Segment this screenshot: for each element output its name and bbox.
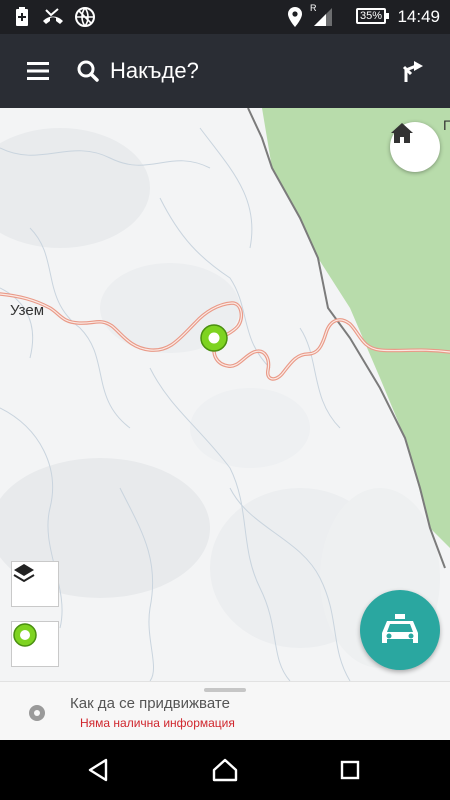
position-marker[interactable] xyxy=(200,324,228,352)
layers-icon xyxy=(13,564,35,583)
menu-button[interactable] xyxy=(10,34,66,108)
recents-icon xyxy=(340,760,360,780)
home-nav-icon xyxy=(212,758,238,782)
globe-icon xyxy=(70,0,100,34)
battery-saver-icon xyxy=(10,0,34,34)
panel-title: Как да се придвижвате xyxy=(70,695,230,712)
taxi-icon xyxy=(382,614,418,643)
transport-info-panel[interactable]: Как да се придвижвате Няма налична инфор… xyxy=(0,681,450,740)
place-label-uzem: Узем xyxy=(10,302,45,319)
search-input[interactable]: Накъде? xyxy=(110,34,199,108)
directions-button[interactable] xyxy=(384,34,440,108)
directions-icon xyxy=(402,61,423,82)
menu-icon xyxy=(27,62,49,80)
location-dot-icon xyxy=(29,705,45,721)
park-area xyxy=(262,108,450,548)
location-pin-icon xyxy=(282,0,308,34)
roaming-label: R xyxy=(310,3,317,13)
signal-icon: R xyxy=(308,0,338,34)
home-nav-button[interactable] xyxy=(195,740,255,800)
home-icon xyxy=(391,123,413,143)
top-toolbar: Накъде? xyxy=(0,34,450,108)
taxi-button[interactable] xyxy=(360,590,440,670)
clock: 14:49 xyxy=(397,7,440,26)
place-label-edge: Г xyxy=(443,117,450,133)
recents-button[interactable] xyxy=(320,740,380,800)
battery-icon: 35% xyxy=(356,8,389,24)
layers-button[interactable] xyxy=(11,561,59,607)
location-marker-icon xyxy=(13,623,37,647)
system-nav-bar xyxy=(0,740,450,800)
battery-percent: 35% xyxy=(359,10,383,22)
home-button[interactable] xyxy=(390,122,440,172)
search-icon xyxy=(77,60,99,82)
drag-handle[interactable] xyxy=(204,688,246,692)
status-bar: R 35% 14:49 xyxy=(0,0,450,34)
panel-subtitle: Няма налична информация xyxy=(80,716,235,730)
back-icon xyxy=(88,758,108,782)
search-button[interactable] xyxy=(60,34,116,108)
missed-call-icon xyxy=(38,0,68,34)
back-button[interactable] xyxy=(68,740,128,800)
my-location-button[interactable] xyxy=(11,621,59,667)
